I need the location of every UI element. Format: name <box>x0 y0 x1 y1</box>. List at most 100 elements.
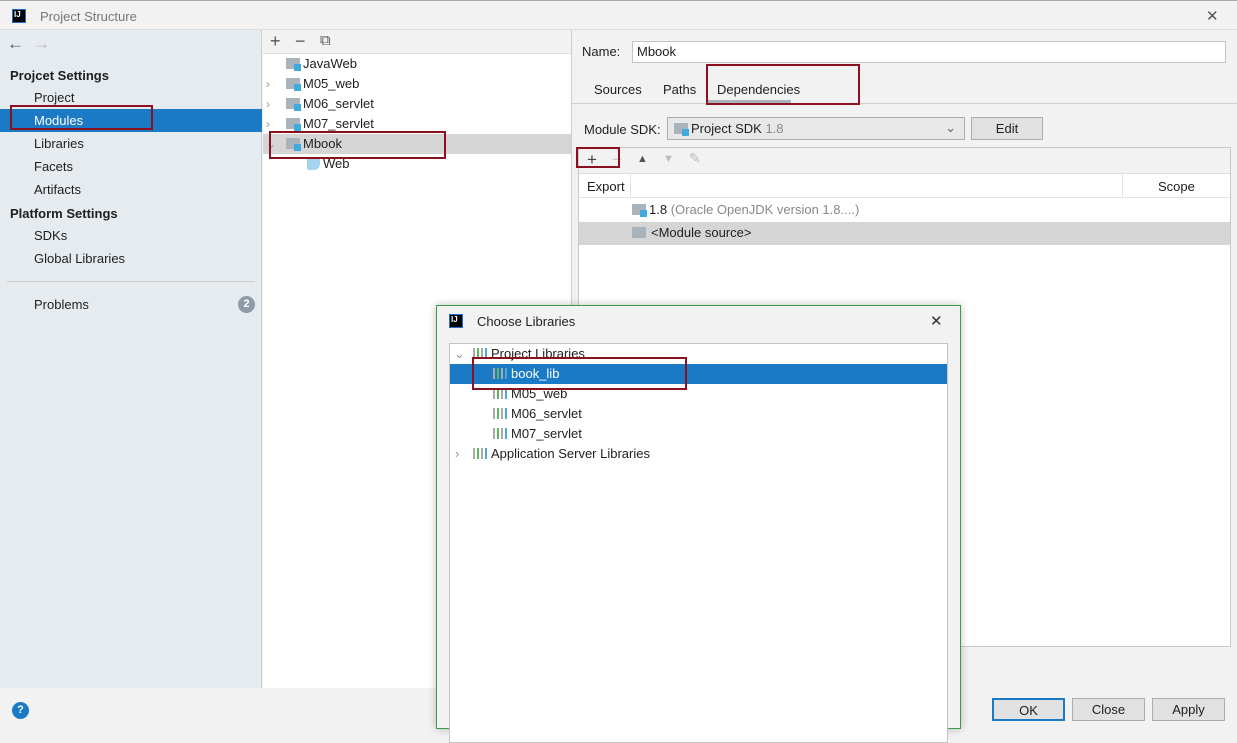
module-label: M06_servlet <box>303 96 374 111</box>
sidebar-item-sdks[interactable]: SDKs <box>0 224 262 247</box>
sidebar-item-modules[interactable]: Modules <box>0 109 262 132</box>
sidebar-item-artifacts[interactable]: Artifacts <box>0 178 262 201</box>
remove-module-button[interactable]: − <box>295 31 306 52</box>
library-label: M05_web <box>511 386 568 401</box>
chevron-right-icon[interactable]: › <box>266 94 270 114</box>
move-down-button[interactable]: ▼ <box>663 153 674 165</box>
modules-toolbar: + − ⧉ <box>263 30 571 54</box>
title-bar: IJ Project Structure ✕ <box>0 0 1237 30</box>
library-label: M06_servlet <box>511 406 582 421</box>
tree-group-project-libraries[interactable]: ⌄ Project Libraries <box>450 344 947 364</box>
name-value: Mbook <box>637 44 677 59</box>
module-folder-icon <box>286 98 301 111</box>
sdk-folder-icon <box>632 204 647 217</box>
column-export[interactable]: Export <box>587 179 625 194</box>
library-icon <box>493 368 509 379</box>
library-label: book_lib <box>511 366 560 381</box>
table-row-selected[interactable]: <Module source> <box>579 222 1230 245</box>
group-label: Project Libraries <box>491 346 585 361</box>
sidebar-item-libraries[interactable]: Libraries <box>0 132 262 155</box>
intellij-logo-icon: IJ <box>449 314 463 328</box>
sidebar-item-global-libraries[interactable]: Global Libraries <box>0 247 262 270</box>
column-scope[interactable]: Scope <box>1158 179 1195 194</box>
library-item[interactable]: M07_servlet <box>450 424 947 444</box>
chevron-down-icon[interactable]: ⌄ <box>266 134 276 154</box>
copy-module-button[interactable]: ⧉ <box>320 32 331 49</box>
remove-dependency-button[interactable]: − <box>612 150 622 170</box>
window-close-button[interactable]: ✕ <box>1206 7 1219 25</box>
tab-paths[interactable]: Paths <box>663 82 696 97</box>
module-folder-icon <box>286 138 301 151</box>
column-divider <box>630 174 631 198</box>
library-icon <box>493 388 509 399</box>
chevron-down-icon[interactable]: ⌄ <box>454 344 465 364</box>
back-button[interactable]: ← <box>7 34 24 54</box>
chevron-right-icon[interactable]: › <box>266 114 270 134</box>
sidebar-item-facets[interactable]: Facets <box>0 155 262 178</box>
library-item[interactable]: M06_servlet <box>450 404 947 424</box>
window-title: Project Structure <box>40 9 137 24</box>
library-icon <box>493 408 509 419</box>
tabs-divider <box>572 103 1237 104</box>
module-item-mbook[interactable]: ⌄ Mbook <box>263 134 571 154</box>
help-button[interactable]: ? <box>12 702 29 719</box>
sdk-value: Project SDK <box>691 121 762 136</box>
sidebar-item-project[interactable]: Project <box>0 86 262 109</box>
library-icon <box>493 428 509 439</box>
dependency-name: <Module source> <box>651 225 752 240</box>
name-label: Name: <box>582 44 621 59</box>
module-sdk-label: Module SDK: <box>584 122 661 137</box>
tab-sources[interactable]: Sources <box>594 82 642 97</box>
sdk-folder-icon <box>674 123 689 136</box>
ok-button[interactable]: OK <box>992 698 1065 721</box>
add-module-button[interactable]: + <box>270 31 281 52</box>
module-item[interactable]: JavaWeb <box>263 54 571 74</box>
group-label: Application Server Libraries <box>491 446 650 461</box>
problems-count-badge: 2 <box>238 296 255 313</box>
sidebar-item-problems[interactable]: Problems <box>0 293 262 316</box>
dependency-detail: (Oracle OpenJDK version 1.8....) <box>670 202 860 217</box>
module-item[interactable]: › M06_servlet <box>263 94 571 114</box>
project-settings-heading: Projcet Settings <box>10 68 109 83</box>
libraries-tree: ⌄ Project Libraries book_lib M05_web M06_… <box>449 343 948 743</box>
forward-button[interactable]: → <box>33 34 50 54</box>
close-button[interactable]: Close <box>1072 698 1145 721</box>
edit-sdk-button[interactable]: Edit <box>971 117 1043 140</box>
table-header: Export Scope <box>579 174 1230 198</box>
module-label: M05_web <box>303 76 360 91</box>
module-folder-icon <box>286 118 301 131</box>
module-item[interactable]: › M05_web <box>263 74 571 94</box>
dialog-close-button[interactable]: ✕ <box>930 312 943 330</box>
dialog-title: Choose Libraries <box>477 314 576 329</box>
module-label: Mbook <box>303 136 343 151</box>
tab-dependencies[interactable]: Dependencies <box>717 82 800 97</box>
add-dependency-button[interactable]: + <box>587 150 597 170</box>
module-sdk-dropdown[interactable]: Project SDK 1.8 ⌄ <box>667 117 965 140</box>
table-row[interactable]: 1.8 (Oracle OpenJDK version 1.8....) <box>579 199 1230 222</box>
chevron-right-icon[interactable]: › <box>266 74 270 94</box>
module-label: M07_servlet <box>303 116 374 131</box>
chevron-right-icon[interactable]: › <box>455 444 459 464</box>
web-facet-icon <box>307 157 320 170</box>
apply-button[interactable]: Apply <box>1152 698 1225 721</box>
folder-icon <box>632 227 646 238</box>
name-input[interactable]: Mbook <box>632 41 1226 63</box>
library-icon <box>473 448 489 459</box>
edit-dependency-button[interactable]: ✎ <box>689 150 701 167</box>
library-item-book-lib[interactable]: book_lib <box>450 364 947 384</box>
divider <box>7 281 255 282</box>
library-icon <box>473 348 489 359</box>
platform-settings-heading: Platform Settings <box>10 206 118 221</box>
tree-group-app-server-libraries[interactable]: › Application Server Libraries <box>450 444 947 464</box>
intellij-logo-icon: IJ <box>12 9 26 23</box>
chevron-down-icon: ⌄ <box>945 120 956 135</box>
move-up-button[interactable]: ▲ <box>637 153 648 165</box>
active-tab-indicator <box>707 100 791 103</box>
library-item[interactable]: M05_web <box>450 384 947 404</box>
dependency-name: 1.8 <box>649 202 668 217</box>
module-item[interactable]: › M07_servlet <box>263 114 571 134</box>
module-label: JavaWeb <box>303 56 357 71</box>
module-folder-icon <box>286 58 301 71</box>
facet-item-web[interactable]: Web <box>263 154 571 174</box>
problems-label: Problems <box>34 297 89 312</box>
